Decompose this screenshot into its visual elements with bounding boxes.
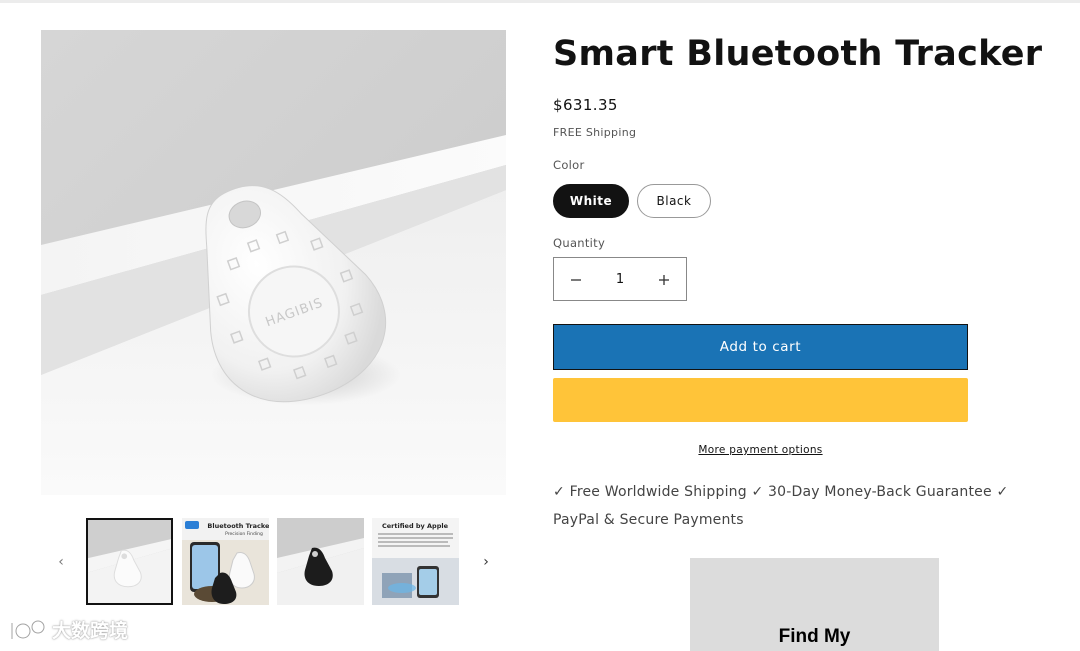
more-payment-options: More payment options: [553, 438, 968, 457]
top-border: [0, 0, 1080, 3]
thumbnail-prev-button[interactable]: ‹: [51, 552, 71, 572]
thumbnail-certified-by-apple[interactable]: Certified by Apple: [372, 518, 459, 605]
minus-icon: [571, 278, 581, 281]
color-option-black[interactable]: Black: [637, 184, 711, 218]
color-option-white[interactable]: White: [553, 184, 629, 218]
product-title: Smart Bluetooth Tracker: [553, 34, 1043, 74]
quantity-increase-button[interactable]: [642, 258, 686, 300]
quantity-stepper: [553, 257, 687, 301]
quantity-input[interactable]: [598, 258, 642, 300]
plus-icon: [659, 274, 669, 285]
more-payment-options-link[interactable]: More payment options: [698, 444, 822, 456]
watermark-text: 大数跨境: [52, 620, 129, 642]
guarantees-text: ✓ Free Worldwide Shipping ✓ 30-Day Money…: [553, 484, 1009, 528]
quantity-label: Quantity: [553, 236, 606, 250]
main-product-image[interactable]: HAGIBIS: [41, 30, 506, 495]
paypal-checkout-button[interactable]: [553, 378, 968, 422]
shipping-note: FREE Shipping: [553, 126, 637, 139]
thumbnail-white-tracker[interactable]: [86, 518, 173, 605]
watermark-logo-icon: [10, 619, 46, 639]
watermark: 大数跨境: [8, 616, 128, 643]
add-to-cart-button[interactable]: Add to cart: [553, 324, 968, 370]
color-label: Color: [553, 158, 585, 172]
product-price: $631.35: [553, 96, 618, 114]
promo-thumb-title: Bluetooth Tracker: [207, 522, 269, 530]
thumbnail-bluetooth-tracker-promo[interactable]: Bluetooth Tracker Precision Finding: [182, 518, 269, 605]
promo-thumb-subtitle: Precision Finding: [225, 531, 263, 537]
find-my-promo-image: Find My: [690, 558, 939, 651]
thumbnail-next-button[interactable]: ›: [476, 552, 496, 572]
quantity-decrease-button[interactable]: [554, 258, 598, 300]
thumbnail-black-tracker[interactable]: [277, 518, 364, 605]
certified-thumb-title: Certified by Apple: [382, 522, 449, 530]
promo-text: Find My: [778, 626, 851, 647]
